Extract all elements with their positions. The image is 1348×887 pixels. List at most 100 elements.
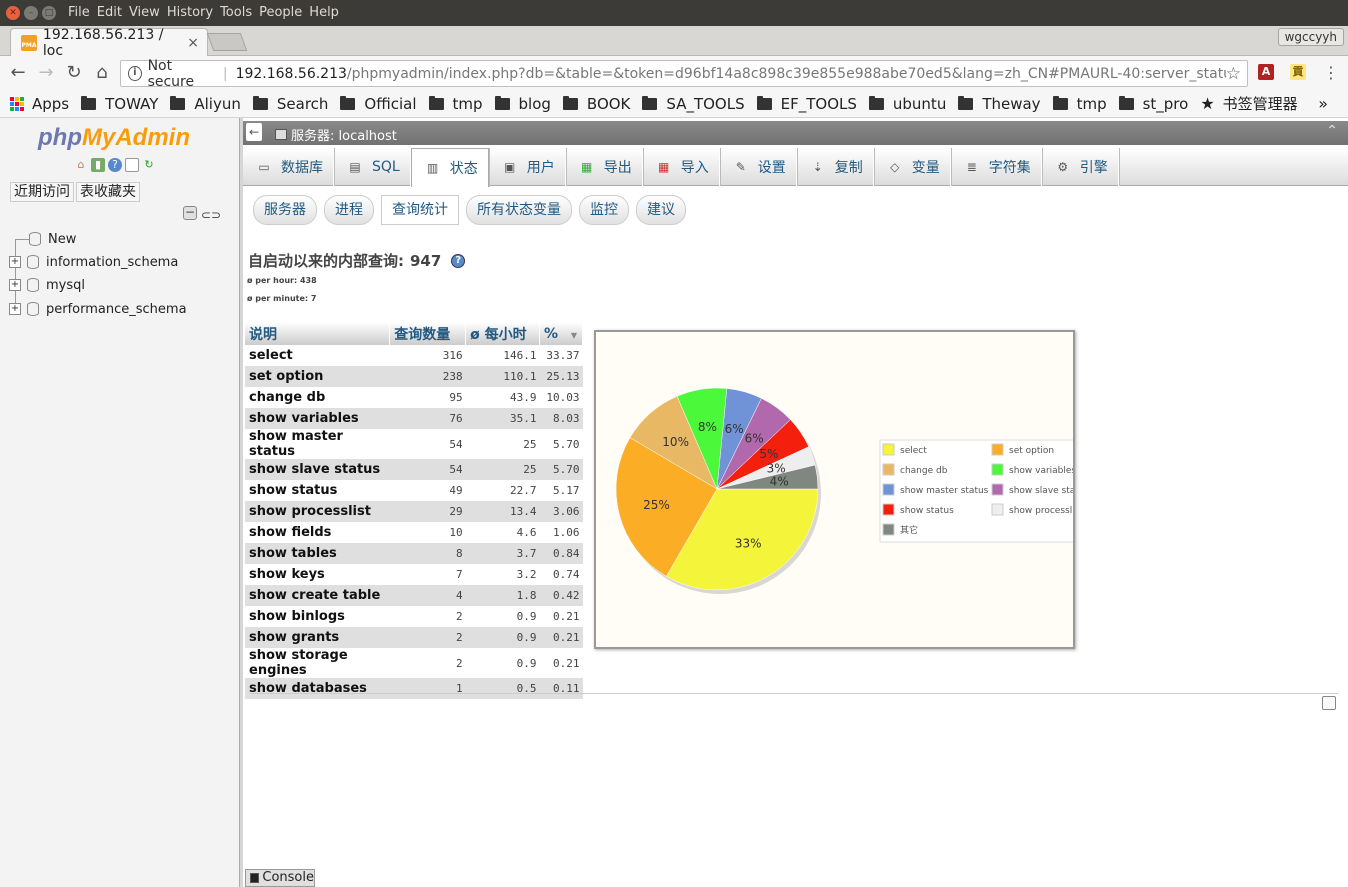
tab-label: 导出: [603, 160, 632, 176]
extension-a-icon[interactable]: A: [1258, 64, 1274, 80]
tab-favorites[interactable]: 表收藏夹: [76, 182, 140, 202]
subtab-processes[interactable]: 进程: [324, 195, 374, 225]
tab-sql[interactable]: ▤ SQL: [334, 148, 411, 186]
forward-arrow-icon[interactable]: →: [35, 62, 57, 84]
window-close-icon[interactable]: ✕: [6, 6, 20, 20]
bookmark-folder[interactable]: Official: [340, 95, 417, 113]
tree-item-performance-schema[interactable]: + performance_schema: [8, 298, 238, 320]
subtab-server[interactable]: 服务器: [253, 195, 317, 225]
row-name: show fields: [245, 522, 390, 543]
bookmark-folder[interactable]: SA_TOOLS: [642, 95, 745, 113]
tab-engines[interactable]: ⚙ 引擎: [1042, 148, 1119, 186]
bookmark-folder[interactable]: Aliyun: [170, 95, 241, 113]
bookmark-folder[interactable]: EF_TOOLS: [756, 95, 857, 113]
help-icon[interactable]: ?: [451, 253, 466, 268]
link-icon[interactable]: ⊂⊃: [201, 208, 221, 222]
menu-file[interactable]: File: [68, 5, 90, 20]
tab-users[interactable]: ▣ 用户: [489, 148, 566, 186]
subtab-advisor[interactable]: 建议: [636, 195, 686, 225]
tab-export[interactable]: ▦ 导出: [566, 148, 643, 186]
tree-item-information-schema[interactable]: + information_schema: [8, 251, 238, 273]
home-icon[interactable]: ⌂: [74, 158, 88, 172]
tree-item-new[interactable]: New: [8, 228, 238, 250]
bookmark-folder[interactable]: TOWAY: [81, 95, 158, 113]
tab-charsets[interactable]: ≣ 字符集: [951, 148, 1042, 186]
menu-tools[interactable]: Tools: [220, 5, 252, 20]
bookmark-folder[interactable]: blog: [494, 95, 551, 113]
tab-import[interactable]: ▦ 导入: [643, 148, 720, 186]
menu-people[interactable]: People: [259, 5, 302, 20]
menu-view[interactable]: View: [129, 5, 160, 20]
row-percent: 0.21: [539, 606, 583, 627]
notification-icon[interactable]: [1322, 696, 1336, 710]
menu-edit[interactable]: Edit: [97, 5, 122, 20]
column-header-count[interactable]: 查询数量: [389, 322, 467, 345]
bookmark-folder[interactable]: ubuntu: [868, 95, 946, 113]
back-arrow-icon[interactable]: ←: [7, 62, 29, 84]
docs-icon[interactable]: [125, 158, 139, 172]
tab-label: 用户: [526, 160, 555, 176]
console-tab[interactable]: Console: [245, 869, 315, 887]
bookmark-folder[interactable]: Search: [252, 95, 328, 113]
tab-close-icon[interactable]: ×: [187, 35, 199, 51]
bookmark-folder[interactable]: st_pro: [1118, 95, 1188, 113]
bookmark-folder[interactable]: tmp: [428, 95, 483, 113]
top-menu: ▭ 数据库 ▤ SQL ▥ 状态 ▣ 用户 ▦ 导出 ▦ 导入 ✎ 设置 ⇣ 复制 ◇ 变量 ≣ 字…: [243, 148, 1348, 187]
bookmark-folder[interactable]: tmp: [1052, 95, 1107, 113]
browser-tabstrip: PMA 192.168.56.213 / loc × wgccyyh: [0, 26, 1348, 59]
menu-help[interactable]: Help: [309, 5, 339, 20]
pie-chart-svg: 33%25%10%8% 6%6%5%3%4%select set optioncha…: [615, 387, 1101, 594]
table-row: show databases 1 0.5 0.11: [245, 678, 583, 699]
address-bar[interactable]: i Not secure | 192.168.56.213 /phpmyadmi…: [120, 58, 1248, 90]
browser-tab[interactable]: PMA 192.168.56.213 / loc ×: [10, 27, 208, 59]
window-minimize-icon[interactable]: –: [24, 6, 38, 20]
variables-icon: ◇: [890, 160, 900, 174]
legend-label: show master status: [900, 486, 989, 496]
tab-databases[interactable]: ▭ 数据库: [243, 148, 334, 186]
expand-icon[interactable]: +: [9, 279, 21, 291]
collapse-sidebar-icon[interactable]: ←: [246, 123, 262, 141]
subtab-query-stats[interactable]: 查询统计: [381, 195, 459, 225]
expand-icon[interactable]: +: [9, 303, 21, 315]
users-icon: ▣: [504, 160, 516, 174]
bookmark-manager[interactable]: ★ 书签管理器: [1200, 93, 1297, 114]
tab-settings[interactable]: ✎ 设置: [720, 148, 797, 186]
logout-icon[interactable]: ▮: [91, 158, 105, 172]
help-icon[interactable]: ?: [108, 158, 122, 172]
new-tab-button[interactable]: [206, 33, 248, 51]
reload-icon[interactable]: ↻: [142, 158, 156, 172]
profile-button[interactable]: wgccyyh: [1277, 28, 1344, 46]
expand-icon[interactable]: +: [9, 256, 21, 268]
bookmark-apps[interactable]: Apps: [0, 95, 69, 113]
collapse-all-icon[interactable]: −: [183, 206, 197, 220]
row-per-hour: 25: [465, 429, 540, 459]
status-icon: ▥: [427, 161, 439, 175]
extension-translate-icon[interactable]: 貢: [1290, 64, 1306, 80]
column-header-description[interactable]: 说明: [245, 322, 391, 345]
security-label[interactable]: Not secure: [148, 58, 215, 90]
breadcrumb[interactable]: 服务器: localhost: [275, 125, 397, 144]
tab-variables[interactable]: ◇ 变量: [874, 148, 951, 186]
bookmark-folder[interactable]: Theway: [958, 95, 1041, 113]
bookmark-star-icon[interactable]: ☆: [1226, 64, 1241, 84]
subtab-monitor[interactable]: 监控: [579, 195, 629, 225]
column-header-per-hour[interactable]: ø 每小时: [465, 322, 540, 345]
subtab-all-status-vars[interactable]: 所有状态变量: [466, 195, 572, 225]
more-menu-icon[interactable]: ⋮: [1320, 62, 1342, 84]
column-header-percent[interactable]: % ▼: [539, 322, 583, 345]
row-per-hour: 0.9: [465, 606, 540, 627]
tree-item-mysql[interactable]: + mysql: [8, 274, 238, 296]
tab-recent[interactable]: 近期访问: [10, 182, 74, 202]
info-icon[interactable]: i: [128, 66, 142, 81]
bookmarks-overflow-icon[interactable]: »: [1318, 94, 1328, 113]
table-row: show master status 54 25 5.70: [245, 429, 583, 459]
window-maximize-icon[interactable]: □: [42, 6, 56, 20]
reload-icon[interactable]: ↻: [63, 62, 85, 84]
phpmyadmin-logo[interactable]: phpMyAdmin: [38, 124, 190, 152]
scroll-top-icon[interactable]: ⌃: [1326, 123, 1338, 139]
bookmark-folder[interactable]: BOOK: [562, 95, 630, 113]
menu-history[interactable]: History: [167, 5, 213, 20]
tab-replication[interactable]: ⇣ 复制: [797, 148, 874, 186]
home-icon[interactable]: ⌂: [91, 62, 113, 84]
tab-status[interactable]: ▥ 状态: [410, 148, 489, 187]
